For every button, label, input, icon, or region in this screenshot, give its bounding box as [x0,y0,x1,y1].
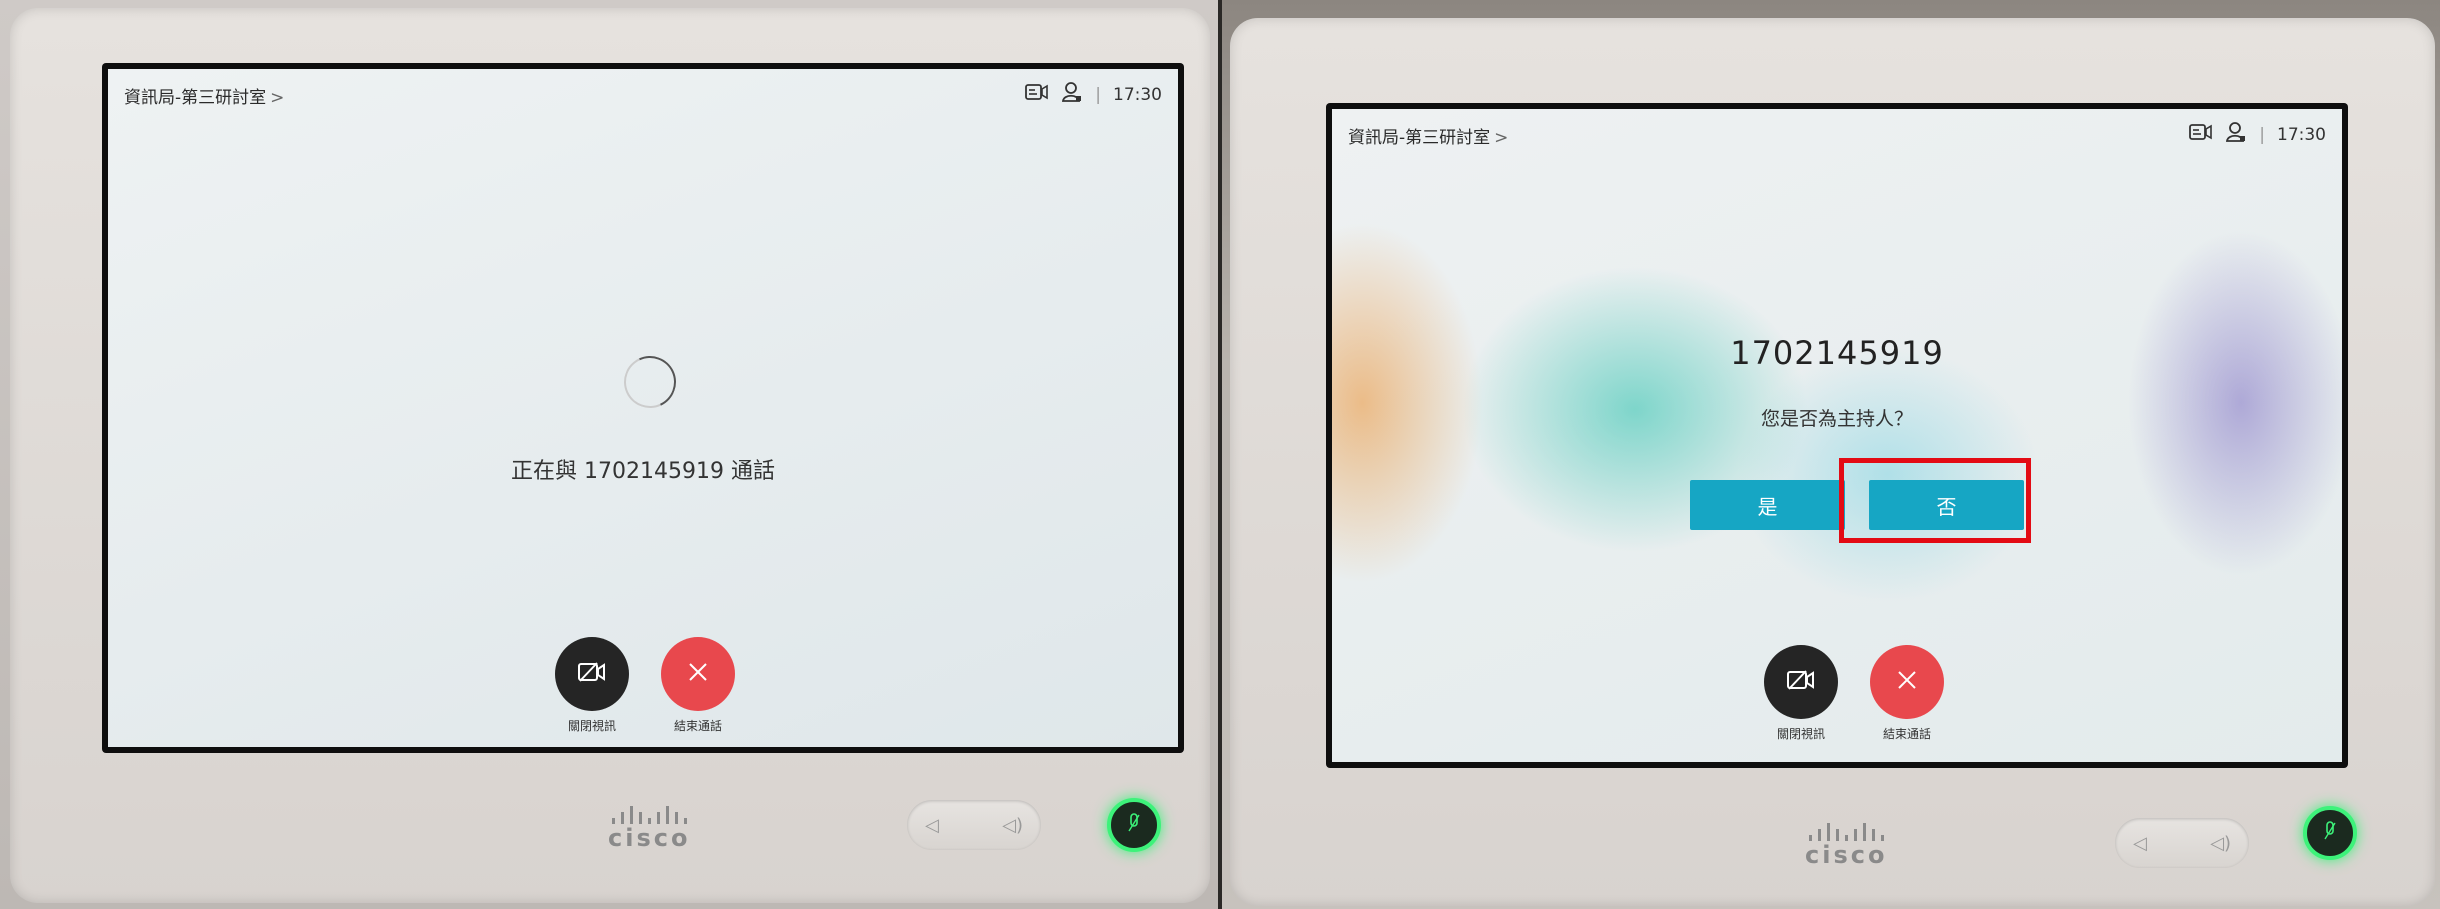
room-name-text: 資訊局-第三研討室 [1348,128,1491,148]
camera-menu-icon[interactable] [1025,83,1049,106]
annotation-highlight-box [1839,458,2031,543]
photo-left: 資訊局-第三研討室 > | 17:30 正在與 1702145919 通話 關閉… [0,0,1218,909]
microphone-icon [2323,821,2337,845]
status-bar: | 17:30 [2189,121,2326,148]
microphone-icon [1127,813,1141,837]
volume-down-icon[interactable]: ◁ [925,815,939,836]
room-name-text: 資訊局-第三研討室 [124,88,267,108]
camera-off-control: 關閉視訊 [1764,645,1838,742]
chevron-right-icon: > [270,88,285,108]
volume-rocker[interactable]: ◁ ◁) [907,800,1041,850]
end-call-label: 結束通話 [1882,727,1931,741]
call-status: 正在與 1702145919 通話 [108,453,1178,485]
end-call-button[interactable] [1870,645,1944,719]
camera-menu-icon[interactable] [2189,123,2213,146]
end-call-control: 結束通話 [661,637,735,734]
user-icon[interactable] [1061,81,1083,108]
status-bar: | 17:30 [1025,81,1162,108]
close-icon [1896,669,1918,695]
end-call-button[interactable] [661,637,735,711]
call-controls: 關閉視訊 結束通話 [555,637,735,734]
end-call-label: 結束通話 [673,719,722,733]
cisco-logo: cisco [608,806,690,852]
status-separator: | [1095,84,1101,105]
cisco-bars-icon [608,806,690,824]
call-status-suffix: 通話 [730,459,775,484]
touch-panel-device: 資訊局-第三研討室 > | 17:30 1702145919 您是否為主持人？ 是… [1230,18,2435,906]
volume-up-icon[interactable]: ◁) [1002,815,1023,836]
cisco-logo: cisco [1805,823,1887,869]
mute-button[interactable] [2303,806,2357,860]
volume-rocker[interactable]: ◁ ◁) [2115,818,2249,868]
host-question: 您是否為主持人？ [1760,408,1913,430]
status-separator: | [2259,124,2265,145]
volume-up-icon[interactable]: ◁) [2210,833,2231,854]
user-icon[interactable] [2225,121,2247,148]
cisco-bars-icon [1805,823,1887,841]
clock: 17:30 [2277,124,2326,145]
room-name[interactable]: 資訊局-第三研討室 > [124,83,284,108]
camera-off-button[interactable] [1764,645,1838,719]
touch-panel-device: 資訊局-第三研討室 > | 17:30 正在與 1702145919 通話 關閉… [10,8,1210,903]
dialed-number: 1702145919 [1730,334,1944,372]
call-number: 1702145919 [584,459,724,484]
end-call-control: 結束通話 [1870,645,1944,742]
clock: 17:30 [1113,84,1162,105]
camera-off-label: 關閉視訊 [1776,727,1825,741]
camera-off-control: 關閉視訊 [555,637,629,734]
photo-right: 資訊局-第三研討室 > | 17:30 1702145919 您是否為主持人？ 是… [1222,0,2440,909]
touch-display: 資訊局-第三研討室 > | 17:30 1702145919 您是否為主持人？ 是… [1332,109,2342,762]
cisco-wordmark: cisco [1805,841,1888,869]
yes-button[interactable]: 是 [1690,480,1845,530]
cisco-wordmark: cisco [608,824,691,852]
screen-bezel: 資訊局-第三研討室 > | 17:30 1702145919 您是否為主持人？ 是… [1326,103,2348,768]
camera-off-icon [577,660,607,688]
camera-off-label: 關閉視訊 [567,719,616,733]
chevron-right-icon: > [1494,128,1509,148]
call-controls: 關閉視訊 結束通話 [1764,645,1944,742]
screen-bezel: 資訊局-第三研討室 > | 17:30 正在與 1702145919 通話 關閉… [102,63,1184,753]
room-name[interactable]: 資訊局-第三研討室 > [1348,123,1508,148]
call-status-prefix: 正在與 [510,459,577,484]
mute-button[interactable] [1107,798,1161,852]
camera-off-button[interactable] [555,637,629,711]
loading-spinner-icon [616,348,684,416]
volume-down-icon[interactable]: ◁ [2133,833,2147,854]
touch-display: 資訊局-第三研討室 > | 17:30 正在與 1702145919 通話 關閉… [108,69,1178,747]
close-icon [687,661,709,687]
camera-off-icon [1786,668,1816,696]
